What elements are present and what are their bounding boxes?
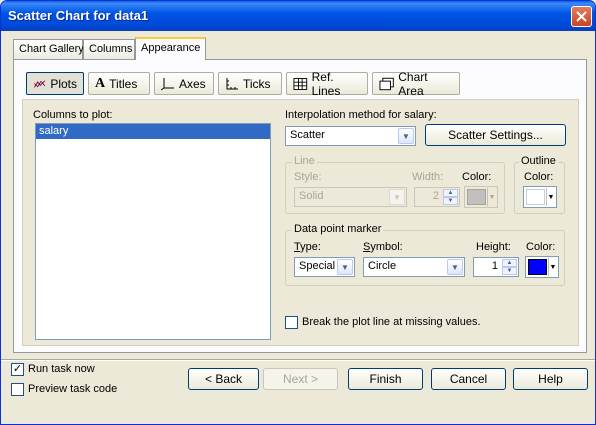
- chevron-down-icon[interactable]: ▼: [337, 259, 353, 275]
- close-button[interactable]: [571, 6, 592, 27]
- chart-area-button[interactable]: Chart Area: [372, 69, 460, 98]
- line-color-button[interactable]: ▼: [464, 186, 498, 208]
- marker-type-select[interactable]: Special ▼: [294, 257, 355, 277]
- spin-down-icon[interactable]: ▼: [443, 197, 458, 205]
- tab-appearance[interactable]: Appearance: [135, 37, 206, 60]
- marker-symbol-value: Circle: [368, 260, 397, 272]
- line-style-label: Style:: [294, 171, 322, 183]
- ticks-label: Ticks: [243, 76, 271, 91]
- axes-button[interactable]: Axes: [154, 72, 214, 95]
- plots-button[interactable]: Plots: [26, 72, 84, 95]
- help-button[interactable]: Help: [513, 368, 588, 390]
- outline-color-button[interactable]: ▼: [523, 186, 557, 208]
- finish-label: Finish: [369, 372, 402, 386]
- line-style-select[interactable]: Solid ▼: [294, 187, 407, 207]
- titles-button[interactable]: A Titles: [88, 72, 150, 95]
- titles-icon: A: [95, 75, 106, 91]
- plots-panel: Columns to plot: salary Interpolation me…: [22, 99, 579, 346]
- appearance-pane: Plots A Titles Axes Ticks Ref. Lines Cha…: [13, 59, 587, 353]
- chevron-down-icon: ▼: [548, 258, 557, 276]
- outline-color-swatch: [526, 189, 545, 205]
- spin-up-icon[interactable]: ▲: [502, 259, 517, 267]
- marker-symbol-label: Symbol:: [363, 241, 403, 253]
- reflines-icon: [293, 77, 308, 90]
- cancel-button[interactable]: Cancel: [431, 368, 506, 390]
- ref-lines-label: Ref. Lines: [311, 69, 341, 98]
- chevron-down-icon: ▼: [487, 188, 496, 206]
- spin-up-icon[interactable]: ▲: [443, 189, 458, 197]
- back-button[interactable]: < Back: [188, 368, 259, 390]
- line-color-swatch: [467, 189, 486, 205]
- axes-icon: [161, 77, 174, 90]
- ticks-button[interactable]: Ticks: [218, 72, 282, 95]
- ref-lines-button[interactable]: Ref. Lines: [286, 69, 368, 98]
- title-bar[interactable]: Scatter Chart for data1: [1, 1, 595, 31]
- help-label: Help: [538, 372, 563, 386]
- marker-height-spinner[interactable]: 1 ▲ ▼: [473, 257, 519, 277]
- next-label: Next >: [282, 372, 318, 386]
- break-line-label: Break the plot line at missing values.: [302, 316, 481, 328]
- plots-icon: [33, 79, 46, 88]
- scatter-settings-button[interactable]: Scatter Settings...: [425, 124, 566, 146]
- tab-label: Columns: [89, 43, 133, 55]
- marker-height-label: Height:: [476, 241, 511, 253]
- spin-down-icon[interactable]: ▼: [502, 267, 517, 275]
- run-task-label: Run task now: [28, 363, 95, 375]
- next-button[interactable]: Next >: [263, 368, 338, 390]
- marker-color-button[interactable]: ▼: [525, 256, 559, 278]
- marker-group: Data point marker Type: Special ▼ Symbol…: [285, 223, 565, 286]
- axes-label: Axes: [179, 76, 206, 91]
- line-width-label: Width:: [412, 171, 444, 183]
- marker-symbol-select[interactable]: Circle ▼: [363, 257, 465, 277]
- line-style-value: Solid: [299, 190, 324, 202]
- chart-area-label: Chart Area: [398, 69, 428, 98]
- ticks-icon: [226, 77, 238, 89]
- break-line-checkbox[interactable]: [285, 316, 298, 329]
- marker-group-title: Data point marker: [292, 223, 384, 235]
- chevron-down-icon[interactable]: ▼: [398, 128, 414, 144]
- plots-label: Plots: [50, 76, 77, 91]
- titles-label: Titles: [109, 76, 138, 91]
- chevron-down-icon[interactable]: ▼: [389, 189, 405, 205]
- marker-height-value: 1: [491, 260, 498, 272]
- outline-color-label: Color:: [524, 171, 554, 183]
- marker-color-swatch: [528, 259, 547, 275]
- outline-group-title: Outline: [519, 155, 558, 167]
- interpolation-label: Interpolation method for salary:: [285, 109, 437, 121]
- tab-chart-gallery[interactable]: Chart Gallery: [13, 39, 84, 59]
- dialog-window: Scatter Chart for data1 Chart Gallery Co…: [0, 0, 596, 425]
- marker-color-label: Color:: [526, 241, 556, 253]
- preview-code-checkbox[interactable]: [11, 383, 24, 396]
- finish-button[interactable]: Finish: [348, 368, 423, 390]
- chevron-down-icon: ▼: [546, 188, 555, 206]
- line-width-spinner[interactable]: 2 ▲ ▼: [414, 187, 460, 207]
- tab-label: Chart Gallery: [19, 43, 84, 55]
- line-group: Line Style: Solid ▼ Width: 2 ▲ ▼ Color: ▼: [285, 155, 505, 214]
- interpolation-select[interactable]: Scatter ▼: [285, 126, 416, 146]
- cancel-label: Cancel: [449, 372, 488, 386]
- line-width-value: 2: [432, 190, 439, 202]
- scatter-settings-label: Scatter Settings...: [448, 128, 543, 142]
- tab-label: Appearance: [141, 42, 201, 54]
- marker-type-label: Type:: [294, 241, 321, 253]
- chevron-down-icon[interactable]: ▼: [447, 259, 463, 275]
- close-icon: [576, 11, 587, 22]
- columns-listbox[interactable]: salary: [35, 123, 271, 340]
- tab-columns[interactable]: Columns: [83, 39, 135, 59]
- preview-code-label: Preview task code: [28, 383, 118, 395]
- line-color-label: Color:: [462, 171, 492, 183]
- window-title: Scatter Chart for data1: [8, 8, 149, 23]
- columns-to-plot-label: Columns to plot:: [33, 109, 113, 121]
- marker-type-value: Special: [299, 260, 336, 272]
- chartarea-icon: [379, 77, 394, 90]
- outline-group: Outline Color: ▼: [514, 155, 565, 214]
- interpolation-value: Scatter: [290, 129, 325, 141]
- footer-separator: [1, 359, 595, 361]
- line-group-title: Line: [292, 155, 317, 167]
- back-label: < Back: [204, 372, 243, 386]
- list-item[interactable]: salary: [36, 124, 270, 139]
- run-task-checkbox[interactable]: ✓: [11, 363, 24, 376]
